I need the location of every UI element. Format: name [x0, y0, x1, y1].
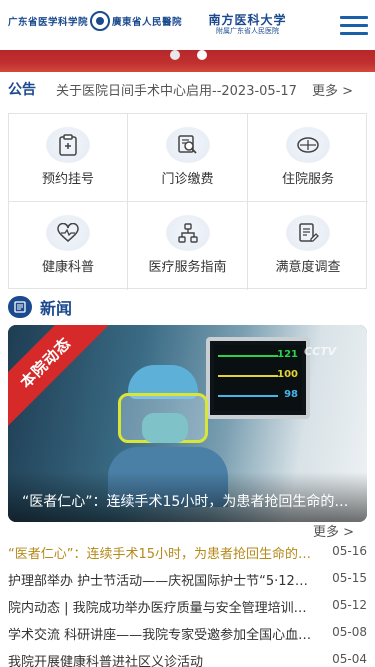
news-item-title[interactable]: 院内动态 | 我院成功举办医疗质量与安全管理培训会议	[8, 597, 313, 616]
news-list-item[interactable]: 我院开展健康科普进社区义诊活动 05-04	[8, 646, 367, 667]
monitor-wave	[218, 355, 278, 357]
monitor-screen: 121 100 98	[214, 345, 302, 411]
top-header: 广东省医学科学院 廣東省人民醫院 南方医科大学 附属广东省人民医院	[0, 0, 375, 50]
carousel-dot-active[interactable]	[197, 50, 207, 60]
university-logo[interactable]: 南方医科大学 附属广东省人民医院	[205, 14, 290, 36]
hero-caption[interactable]: “医者仁心”：连续手术15小时，为患者抢回生命的专家团队守护生命…	[22, 491, 357, 511]
service-label: 预约挂号	[41, 172, 94, 187]
notice-tag: 公告	[8, 82, 36, 98]
flowchart-guide-icon	[165, 215, 210, 251]
service-label: 门诊缴费	[161, 172, 214, 187]
news-section-header: 新闻	[8, 296, 72, 318]
news-item-date: 05-08	[332, 625, 367, 639]
news-item-title[interactable]: 学术交流 科研讲座——我院专家受邀参加全国心血管病学术会议交流	[8, 624, 313, 643]
hospital-logo-left[interactable]: 广东省医学科学院 廣東省人民醫院	[8, 10, 182, 32]
hamburger-menu-icon[interactable]	[340, 14, 368, 36]
university-logo-title: 南方医科大学	[208, 13, 287, 27]
university-logo-subtitle: 附属广东省人民医院	[216, 27, 279, 35]
service-label: 健康科普	[41, 260, 94, 275]
notice-more-link[interactable]: 更多 >	[312, 80, 353, 99]
service-label: 满意度调查	[275, 260, 341, 275]
service-item-survey[interactable]: 满意度调查	[248, 202, 368, 290]
hospital-logo-text: 廣東省人民醫院	[112, 17, 183, 28]
service-item-appointment[interactable]: 预约挂号	[9, 114, 128, 202]
news-item-date: 05-15	[332, 571, 367, 585]
news-item-title[interactable]: “医者仁心”：连续手术15小时，为患者抢回生命的专家团队守护生命	[8, 543, 313, 562]
menu-line	[340, 32, 368, 35]
service-item-payment[interactable]: 门诊缴费	[128, 114, 248, 202]
news-hero-image[interactable]: 121 100 98 CCTV 本院动态 “医者仁心”：连续手术15小时，为患者…	[8, 325, 367, 522]
service-label: 住院服务	[281, 172, 334, 187]
service-item-inpatient[interactable]: 住院服务	[248, 114, 368, 202]
monitor-value: 98	[284, 389, 298, 400]
hospital-bed-icon	[286, 127, 330, 163]
clipboard-register-icon	[46, 127, 90, 163]
news-item-title[interactable]: 我院开展健康科普进社区义诊活动	[8, 651, 313, 667]
news-item-date: 05-16	[332, 544, 367, 558]
notice-text[interactable]: 关于医院日间手术中心启用--2023-05-17	[56, 80, 297, 99]
service-item-guide[interactable]: 医疗服务指南	[128, 202, 248, 290]
news-list-item[interactable]: 院内动态 | 我院成功举办医疗质量与安全管理培训会议 05-12	[8, 592, 367, 618]
academy-logo-text: 广东省医学科学院	[8, 17, 89, 28]
service-grid: 预约挂号 门诊缴费 住院服务 健康科普 医疗服务指南 满意度调查	[8, 113, 368, 290]
heartbeat-icon	[46, 215, 90, 251]
carousel-dot[interactable]	[170, 50, 180, 60]
service-item-health[interactable]: 健康科普	[9, 202, 128, 290]
hospital-seal-icon	[90, 11, 111, 31]
monitor-value: 121	[277, 349, 298, 360]
banner-carousel[interactable]	[0, 50, 375, 72]
survey-edit-icon	[286, 215, 330, 251]
news-list-item[interactable]: 护理部举办 护士节活动——庆祝国际护士节“5·12”主题活动圆满举行 05-15	[8, 565, 367, 591]
notice-bar: 公告 关于医院日间手术中心启用--2023-05-17 更多 >	[0, 76, 375, 100]
monitor-value: 100	[277, 369, 298, 380]
search-document-icon	[165, 127, 210, 163]
news-item-title[interactable]: 护理部举办 护士节活动——庆祝国际护士节“5·12”主题活动圆满举行	[8, 570, 313, 589]
surgical-mask	[142, 413, 188, 443]
news-list-item[interactable]: “医者仁心”：连续手术15小时，为患者抢回生命的专家团队守护生命 05-16	[8, 538, 367, 564]
news-item-date: 05-04	[332, 652, 367, 666]
monitor-wave	[218, 395, 278, 397]
menu-line	[340, 16, 368, 19]
monitor-wave	[218, 375, 278, 377]
patient-monitor-image: 121 100 98	[206, 337, 310, 419]
news-list-item[interactable]: 学术交流 科研讲座——我院专家受邀参加全国心血管病学术会议交流 05-08	[8, 619, 367, 645]
news-section-title: 新闻	[40, 299, 73, 318]
broadcaster-watermark: CCTV	[304, 345, 337, 358]
news-document-icon	[8, 296, 32, 318]
service-label: 医疗服务指南	[148, 260, 227, 275]
menu-line	[340, 24, 368, 27]
news-item-date: 05-12	[332, 598, 367, 612]
